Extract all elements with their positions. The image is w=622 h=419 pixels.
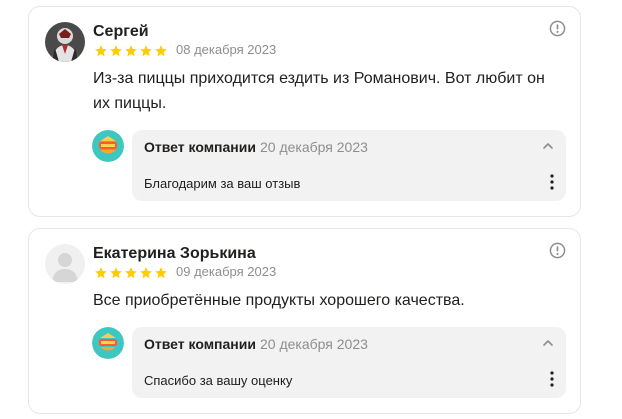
answer-date: 20 декабря 2023 [260, 336, 368, 352]
chevron-up-icon[interactable] [542, 140, 554, 152]
answer-title: Ответ компании [144, 139, 256, 155]
exclamation-circle-icon[interactable] [549, 242, 566, 259]
avatar-image [45, 22, 85, 62]
company-logo-image [92, 327, 124, 359]
answer-text: Благодарим за ваш отзыв [144, 176, 301, 191]
star-icon [125, 267, 137, 279]
company-logo [92, 327, 124, 359]
star-icon [95, 267, 107, 279]
star-icon [110, 267, 122, 279]
default-avatar-icon [45, 244, 85, 284]
company-logo-image [92, 130, 124, 162]
review-card: Сергей 08 декабря 2023 Из-за пиццы прихо… [28, 6, 581, 217]
review-text: Все приобретённые продукты хорошего каче… [93, 292, 465, 309]
review-date: 09 декабря 2023 [176, 264, 277, 279]
review-text: Из-за пиццы приходится ездить из Романов… [93, 70, 545, 112]
rating-stars [94, 266, 168, 280]
star-icon [140, 45, 152, 57]
company-answer[interactable]: Ответ компании 20 декабря 2023 Благодари… [132, 130, 566, 201]
author-name[interactable]: Екатерина Зорькина [93, 245, 256, 263]
exclamation-circle-icon[interactable] [549, 20, 566, 37]
rating-stars [94, 44, 168, 58]
review-card: Екатерина Зорькина 09 декабря 2023 Все п… [28, 228, 581, 414]
vertical-dots-icon[interactable] [550, 174, 554, 190]
star-icon [110, 45, 122, 57]
vertical-dots-icon[interactable] [550, 371, 554, 387]
company-answer[interactable]: Ответ компании 20 декабря 2023 Спасибо з… [132, 327, 566, 398]
star-icon [155, 267, 167, 279]
star-icon [125, 45, 137, 57]
review-date: 08 декабря 2023 [176, 42, 277, 57]
avatar[interactable] [45, 22, 85, 62]
answer-text: Спасибо за вашу оценку [144, 373, 293, 388]
star-icon [155, 45, 167, 57]
chevron-up-icon[interactable] [542, 337, 554, 349]
star-icon [140, 267, 152, 279]
answer-date: 20 декабря 2023 [260, 139, 368, 155]
answer-title: Ответ компании [144, 336, 256, 352]
company-logo [92, 130, 124, 162]
author-name[interactable]: Сергей [93, 23, 149, 41]
star-icon [95, 45, 107, 57]
avatar[interactable] [45, 244, 85, 284]
